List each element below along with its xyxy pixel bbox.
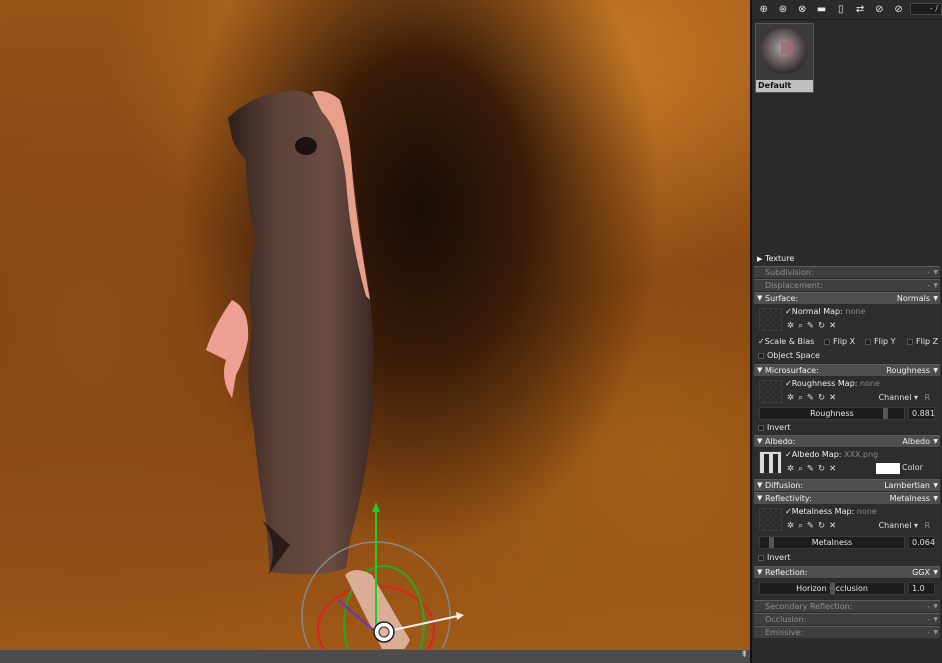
metalness-invert-checkbox[interactable]: Invert — [758, 553, 791, 562]
material-toolbar: ⊕ ⊛ ⊗ ▬ ▯ ⇄ ⊘ ⊘ - / — [752, 0, 942, 18]
folder-icon[interactable]: ▬ — [812, 0, 831, 18]
material-counter: - / — [910, 3, 942, 15]
roughness-value[interactable]: 0.881 — [908, 407, 935, 420]
material-preview — [756, 24, 813, 80]
reflectivity-section: ✓Metalness Map: none ✲ ⌕ ✎ ↻ ✕ Channel ▾ R M… — [754, 505, 940, 565]
merge-icon[interactable]: ⊗ — [793, 0, 812, 18]
surface-section: ✓Normal Map: none ✲ ⌕ ✎ ↻ ✕ ✓Scale & Bias Fl… — [754, 305, 940, 363]
armhole — [295, 137, 317, 155]
roughness-map-label: Roughness Map: — [791, 379, 858, 388]
flip-y-checkbox[interactable]: Flip Y — [865, 337, 896, 346]
metalness-map-slot[interactable] — [759, 508, 782, 531]
subdivision-header[interactable]: Subdivision: - ▼ — [754, 266, 940, 278]
reflection-header[interactable]: ▼ Reflection: GGX ▼ — [754, 566, 940, 578]
texture-section[interactable]: ▶ Texture — [754, 253, 940, 265]
close-icon[interactable]: ✕ — [829, 521, 836, 531]
albedo-color-label: Color — [902, 463, 923, 472]
occlusion-header[interactable]: Occlusion: - ▼ — [754, 613, 940, 625]
search-icon[interactable]: ⌕ — [798, 321, 803, 331]
surface-header[interactable]: ▼ Surface: Normals ▼ — [754, 292, 940, 304]
trash-icon[interactable]: ▯ — [831, 0, 850, 18]
3d-viewport[interactable]: ⇞ — [0, 0, 750, 663]
reset-icon[interactable]: ⊘ — [889, 0, 908, 18]
albedo-color-swatch[interactable] — [876, 463, 900, 474]
metalness-value[interactable]: 0.064 — [908, 536, 935, 549]
close-icon[interactable]: ✕ — [829, 464, 836, 474]
scene-svg — [206, 90, 464, 663]
scale-bias-checkbox[interactable]: ✓Scale & Bias — [758, 337, 814, 346]
microsurface-header[interactable]: ▼ Microsurface: Roughness ▼ — [754, 364, 940, 376]
waist-bow — [206, 300, 249, 398]
reflection-section: Horizon Occlusion 1.0 — [754, 579, 940, 599]
albedo-texture-preview — [764, 454, 778, 473]
roughness-slider-knob[interactable] — [883, 408, 889, 419]
albedo-map-label: Albedo Map: — [791, 450, 842, 459]
horizon-occlusion-value[interactable]: 1.0 — [908, 582, 935, 595]
reload-icon[interactable]: ↻ — [818, 521, 825, 531]
emissive-header[interactable]: Emissive: - ▼ — [754, 626, 940, 638]
gear-icon[interactable]: ✲ — [787, 464, 794, 474]
pipette-icon[interactable]: ✎ — [807, 393, 814, 403]
channel-value: R — [924, 393, 930, 402]
material-name: Default — [756, 80, 813, 92]
reload-icon[interactable]: ↻ — [818, 464, 825, 474]
select-icon[interactable]: ⇄ — [850, 0, 869, 18]
reflectivity-header[interactable]: ▼ Reflectivity: Metalness ▼ — [754, 492, 940, 504]
search-icon[interactable]: ⌕ — [798, 464, 803, 474]
albedo-section: ✓Albedo Map: XXX.png ✲ ⌕ ✎ ↻ ✕ Color — [754, 448, 940, 478]
material-thumbnail[interactable]: Default — [755, 23, 814, 93]
search-icon[interactable]: ⌕ — [798, 393, 803, 403]
material-panel: ⊕ ⊛ ⊗ ▬ ▯ ⇄ ⊘ ⊘ - / Default ▶ Texture Sub… — [752, 0, 942, 663]
albedo-header[interactable]: ▼ Albedo: Albedo ▼ — [754, 435, 940, 447]
sampler-icon[interactable]: ⊘ — [870, 0, 889, 18]
pipette-icon[interactable]: ✎ — [807, 521, 814, 531]
reload-icon[interactable]: ↻ — [818, 321, 825, 331]
albedo-map-value: XXX.png — [844, 450, 879, 459]
channel-select[interactable]: Channel ▾ — [879, 393, 918, 402]
object-space-checkbox[interactable]: Object Space — [758, 351, 820, 360]
close-icon[interactable]: ✕ — [829, 393, 836, 403]
gear-icon[interactable]: ✲ — [787, 521, 794, 531]
albedo-map-slot[interactable] — [759, 451, 782, 474]
channel-select[interactable]: Channel ▾ — [879, 521, 918, 530]
metalness-slider[interactable]: Metalness — [759, 536, 905, 549]
roughness-map-value: none — [860, 379, 880, 388]
material-library: Default — [752, 19, 942, 247]
normal-map-slot[interactable] — [759, 308, 782, 331]
metalness-slider-knob[interactable] — [768, 537, 774, 548]
roughness-map-slot[interactable] — [759, 380, 782, 403]
flip-x-checkbox[interactable]: Flip X — [824, 337, 855, 346]
pipette-icon[interactable]: ✎ — [807, 321, 814, 331]
dress-model — [228, 90, 374, 575]
duplicate-icon[interactable]: ⊛ — [773, 0, 792, 18]
roughness-slider[interactable]: Roughness — [759, 407, 905, 420]
gear-icon[interactable]: ✲ — [787, 321, 794, 331]
flip-z-checkbox[interactable]: Flip Z — [907, 337, 938, 346]
add-icon[interactable]: ⊕ — [754, 0, 773, 18]
pipette-icon[interactable]: ✎ — [807, 464, 814, 474]
microsurface-section: ✓Roughness Map: none ✲ ⌕ ✎ ↻ ✕ Channel ▾ R R… — [754, 377, 940, 434]
viewport-status-bar: ⇞ — [0, 649, 750, 663]
normal-map-value: none — [845, 307, 866, 316]
roughness-invert-checkbox[interactable]: Invert — [758, 423, 791, 432]
reload-icon[interactable]: ↻ — [818, 393, 825, 403]
displacement-header[interactable]: Displacement: - ▼ — [754, 279, 940, 291]
secondary-reflection-header[interactable]: Secondary Reflection: - ▼ — [754, 600, 940, 612]
metalness-map-value: none — [856, 507, 877, 516]
channel-value: R — [924, 521, 930, 530]
gear-icon[interactable]: ✲ — [787, 393, 794, 403]
horizon-occlusion-slider-knob[interactable] — [830, 583, 835, 594]
material-properties: ▶ Texture Subdivision: - ▼ Displacement: - ▼ … — [752, 252, 942, 639]
search-icon[interactable]: ⌕ — [798, 521, 803, 531]
horizon-occlusion-slider[interactable]: Horizon Occlusion — [759, 582, 905, 595]
normal-map-label: Normal Map: — [791, 307, 843, 316]
expand-icon[interactable]: ⇞ — [740, 650, 748, 660]
close-icon[interactable]: ✕ — [829, 321, 836, 331]
metalness-map-label: Metalness Map: — [791, 507, 855, 516]
diffusion-header[interactable]: ▼ Diffusion: Lambertian ▼ — [754, 479, 940, 491]
